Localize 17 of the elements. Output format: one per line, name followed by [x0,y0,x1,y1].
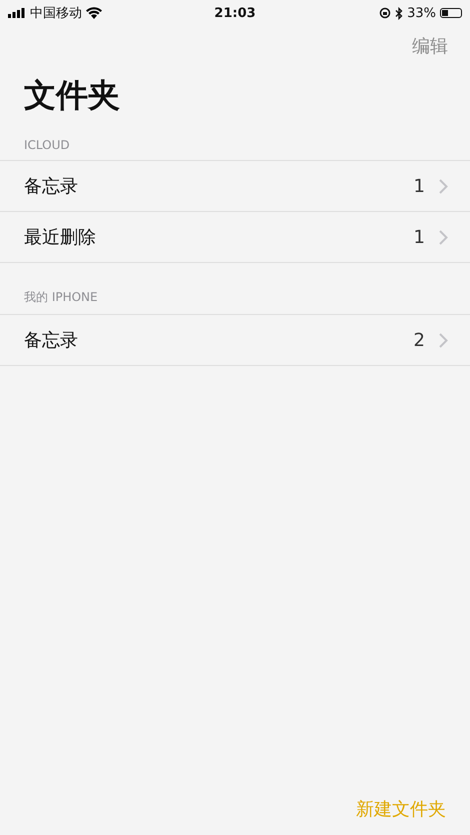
section-header: 我的 IPHONE [23,289,99,306]
folder-row[interactable]: 最近删除 1 [0,211,470,263]
carrier-name: 中国移动 [30,5,82,22]
chevron-icon [439,178,448,194]
battery-percent: 33% [407,6,436,20]
chevron-icon [439,230,448,244]
folder-row[interactable]: 备忘录 2 [0,314,470,366]
folder-row[interactable]: 备忘录 1 [0,160,470,211]
status-time: 21:03 [214,6,256,20]
chevron-icon [439,332,448,348]
bluetooth-icon [395,6,404,20]
page-title: 文件夹 [24,75,121,116]
section-header: ICLOUD [23,138,71,154]
battery-icon [440,8,462,18]
wifi-icon [86,7,102,19]
signal-icon [8,8,26,18]
rotation-lock-icon [379,7,392,19]
